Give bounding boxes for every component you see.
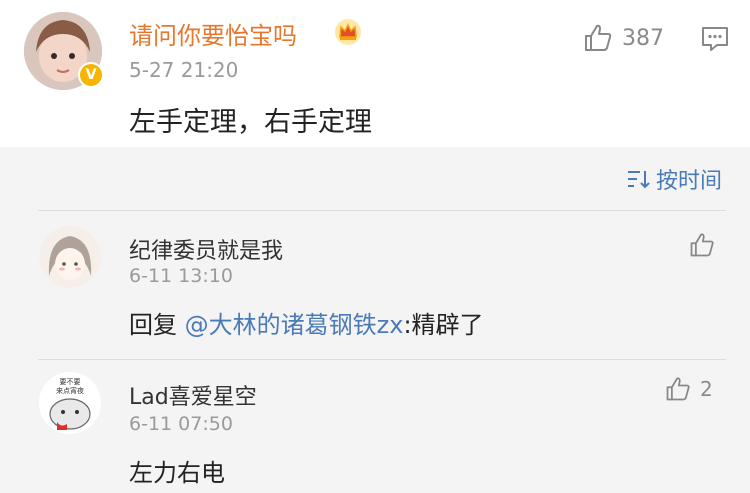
crown-icon bbox=[335, 19, 361, 45]
comment-like-button[interactable] bbox=[688, 231, 724, 259]
mention-link[interactable]: @大林的诸葛钢铁zx bbox=[185, 311, 404, 339]
comment-icon[interactable] bbox=[700, 24, 730, 54]
post-like-button[interactable]: 387 bbox=[582, 22, 664, 54]
comment-avatar[interactable]: 要不要 来点宵夜 bbox=[39, 372, 101, 434]
post-timestamp: 5-27 21:20 bbox=[129, 58, 239, 82]
comment-like-button[interactable]: 2 bbox=[664, 375, 713, 403]
avatar-caption-line: 来点宵夜 bbox=[56, 386, 84, 395]
reply-prefix: 回复 bbox=[129, 311, 185, 339]
divider bbox=[38, 210, 726, 211]
verified-badge-icon: V bbox=[78, 62, 104, 88]
comment-timestamp: 6-11 13:10 bbox=[129, 265, 233, 287]
comment-timestamp: 6-11 07:50 bbox=[129, 413, 233, 435]
comment-username[interactable]: 纪律委员就是我 bbox=[129, 233, 283, 265]
sort-icon bbox=[627, 171, 650, 189]
comment-text: 回复 @大林的诸葛钢铁zx:精辟了 bbox=[129, 305, 484, 340]
thumbs-up-icon bbox=[666, 377, 690, 401]
comment-username[interactable]: Lad喜爱星空 bbox=[129, 379, 257, 411]
divider bbox=[38, 359, 726, 360]
post-username[interactable]: 请问你要怡宝吗 bbox=[129, 16, 297, 51]
comments-section: 按时间 纪律委员就是我 6-11 13:10 回复 @大林的诸葛钢铁zx:精辟了… bbox=[0, 147, 750, 493]
sort-by-time-button[interactable]: 按时间 bbox=[626, 163, 722, 195]
thumbs-up-icon bbox=[585, 24, 612, 51]
sort-label: 按时间 bbox=[655, 169, 722, 194]
post-text: 左手定理，右手定理 bbox=[129, 107, 372, 138]
thumbs-up-icon bbox=[690, 233, 714, 257]
post-like-count: 387 bbox=[622, 25, 664, 51]
avatar-caption-line: 要不要 bbox=[60, 378, 81, 386]
comment-text: 左力右电 bbox=[129, 459, 225, 487]
comment-avatar[interactable] bbox=[39, 226, 101, 288]
main-post: V 请问你要怡宝吗 5-27 21:20 左手定理，右手定理 387 bbox=[0, 0, 750, 147]
comment-like-count: 2 bbox=[700, 377, 713, 401]
reply-suffix: :精辟了 bbox=[403, 311, 484, 339]
